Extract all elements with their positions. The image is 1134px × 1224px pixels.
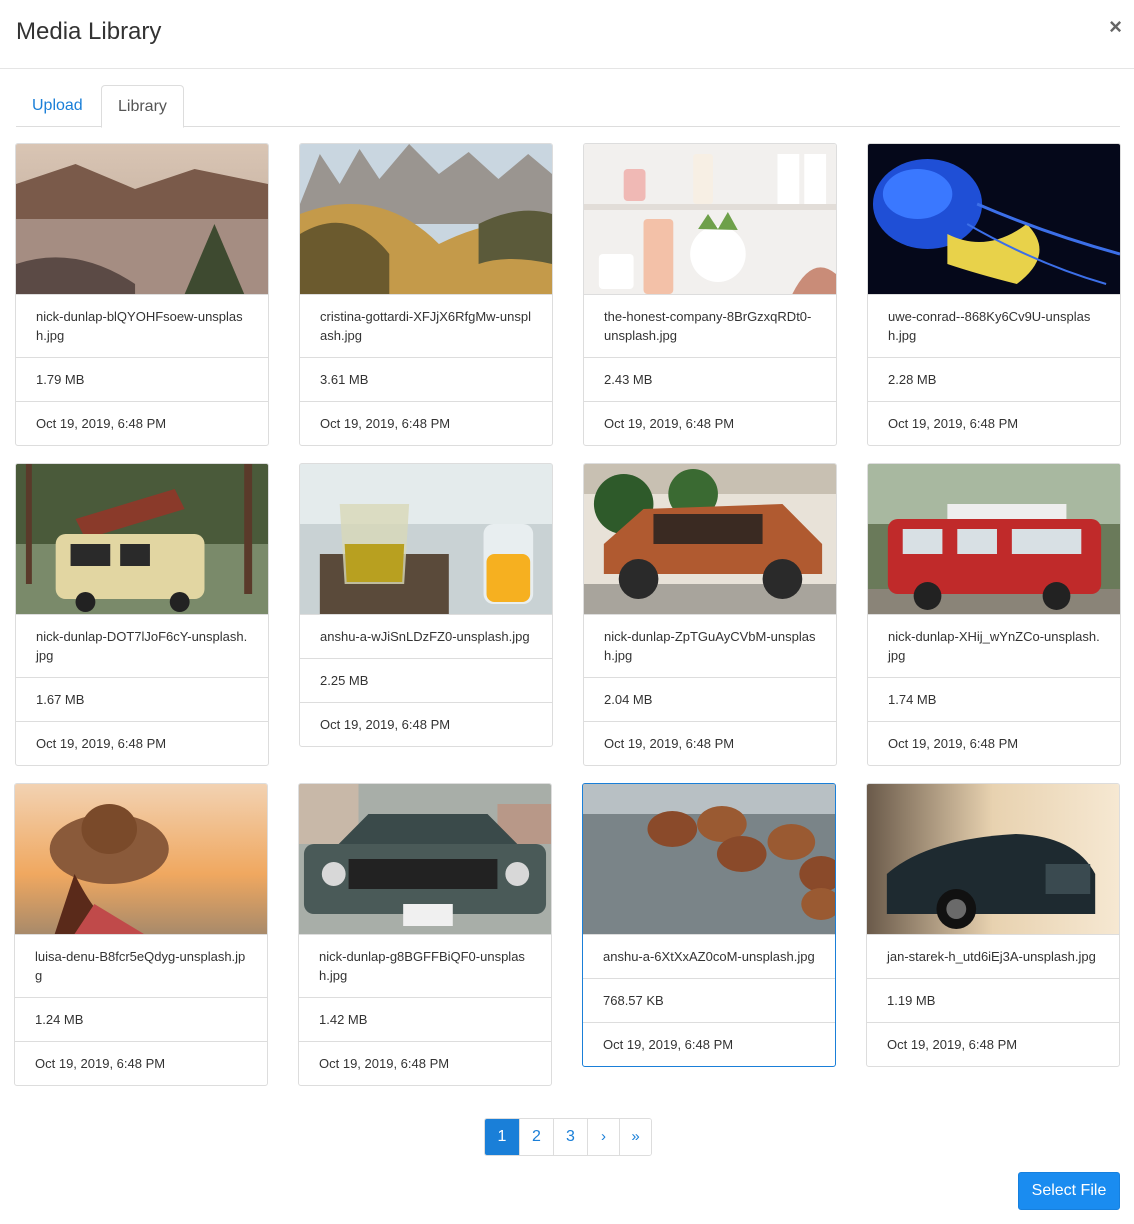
file-name: uwe-conrad--868Ky6Cv9U-unsplash.jpg (868, 294, 1120, 357)
file-name: nick-dunlap-blQYOHFsoew-unsplash.jpg (16, 294, 268, 357)
thumbnail-products-shelf-image (584, 144, 836, 294)
thumbnail-muffins-image (583, 784, 835, 934)
thumbnail-woman-hat-image (15, 784, 267, 934)
media-library-modal: Media Library × Upload Library nick-dunl… (0, 0, 1134, 1224)
file-name: cristina-gottardi-XFJjX6RfgMw-unsplash.j… (300, 294, 552, 357)
file-date: Oct 19, 2019, 6:48 PM (300, 702, 552, 746)
file-name: anshu-a-6XtXxAZ0coM-unsplash.jpg (583, 934, 835, 978)
file-date: Oct 19, 2019, 6:48 PM (16, 401, 268, 445)
file-size: 2.25 MB (300, 658, 552, 702)
file-date: Oct 19, 2019, 6:48 PM (583, 1022, 835, 1066)
file-date: Oct 19, 2019, 6:48 PM (300, 401, 552, 445)
tab-library[interactable]: Library (101, 85, 184, 128)
file-name: nick-dunlap-DOT7lJoF6cY-unsplash.jpg (16, 614, 268, 677)
page-2-button[interactable]: 2 (519, 1119, 553, 1155)
file-date: Oct 19, 2019, 6:48 PM (584, 721, 836, 765)
file-size: 2.43 MB (584, 357, 836, 401)
media-card[interactable]: cristina-gottardi-XFJjX6RfgMw-unsplash.j… (299, 143, 553, 446)
media-card[interactable]: nick-dunlap-ZpTGuAyCVbM-unsplash.jpg 2.0… (583, 463, 837, 766)
file-name: nick-dunlap-ZpTGuAyCVbM-unsplash.jpg (584, 614, 836, 677)
last-page-button[interactable]: » (619, 1119, 651, 1155)
pagination: 1 2 3 › » (484, 1118, 652, 1156)
thumbnail-rusty-jeep-image (584, 464, 836, 614)
media-card[interactable]: nick-dunlap-XHij_wYnZCo-unsplash.jpg 1.7… (867, 463, 1121, 766)
file-size: 3.61 MB (300, 357, 552, 401)
file-size: 1.42 MB (299, 997, 551, 1041)
tab-upload[interactable]: Upload (16, 85, 99, 127)
thumbnail-tea-juice-image (300, 464, 552, 614)
thumbnail-red-van-image (868, 464, 1120, 614)
media-card[interactable]: luisa-denu-B8fcr5eQdyg-unsplash.jpg 1.24… (14, 783, 268, 1086)
close-icon[interactable]: × (1109, 16, 1122, 38)
file-size: 1.19 MB (867, 978, 1119, 1022)
file-name: the-honest-company-8BrGzxqRDt0-unsplash.… (584, 294, 836, 357)
file-name: luisa-denu-B8fcr5eQdyg-unsplash.jpg (15, 934, 267, 997)
next-page-button[interactable]: › (587, 1119, 619, 1155)
file-date: Oct 19, 2019, 6:48 PM (584, 401, 836, 445)
thumbnail-bmw-car-image (867, 784, 1119, 934)
file-date: Oct 19, 2019, 6:48 PM (868, 401, 1120, 445)
media-card[interactable]: nick-dunlap-blQYOHFsoew-unsplash.jpg 1.7… (15, 143, 269, 446)
file-size: 1.24 MB (15, 997, 267, 1041)
file-date: Oct 19, 2019, 6:48 PM (15, 1041, 267, 1085)
file-date: Oct 19, 2019, 6:48 PM (868, 721, 1120, 765)
media-card[interactable]: jan-starek-h_utd6iEj3A-unsplash.jpg 1.19… (866, 783, 1120, 1067)
page-1-button[interactable]: 1 (485, 1119, 519, 1155)
file-name: jan-starek-h_utd6iEj3A-unsplash.jpg (867, 934, 1119, 978)
file-size: 1.67 MB (16, 677, 268, 721)
modal-header: Media Library × (0, 0, 1134, 69)
thumbnail-vintage-car-image (299, 784, 551, 934)
thumbnail-jellyfish-image (868, 144, 1120, 294)
file-date: Oct 19, 2019, 6:48 PM (867, 1022, 1119, 1066)
modal-title: Media Library (16, 18, 162, 45)
media-card-selected[interactable]: anshu-a-6XtXxAZ0coM-unsplash.jpg 768.57 … (582, 783, 836, 1067)
file-size: 2.28 MB (868, 357, 1120, 401)
file-size: 1.79 MB (16, 357, 268, 401)
file-name: nick-dunlap-g8BGFFBiQF0-unsplash.jpg (299, 934, 551, 997)
file-date: Oct 19, 2019, 6:48 PM (16, 721, 268, 765)
file-size: 2.04 MB (584, 677, 836, 721)
media-card[interactable]: uwe-conrad--868Ky6Cv9U-unsplash.jpg 2.28… (867, 143, 1121, 446)
file-size: 768.57 KB (583, 978, 835, 1022)
media-card[interactable]: nick-dunlap-DOT7lJoF6cY-unsplash.jpg 1.6… (15, 463, 269, 766)
file-date: Oct 19, 2019, 6:48 PM (299, 1041, 551, 1085)
page-3-button[interactable]: 3 (553, 1119, 587, 1155)
select-file-button[interactable]: Select File (1018, 1172, 1120, 1210)
media-card[interactable]: the-honest-company-8BrGzxqRDt0-unsplash.… (583, 143, 837, 446)
media-card[interactable]: nick-dunlap-g8BGFFBiQF0-unsplash.jpg 1.4… (298, 783, 552, 1086)
media-card[interactable]: anshu-a-wJiSnLDzFZ0-unsplash.jpg 2.25 MB… (299, 463, 553, 747)
thumbnail-lake-image (16, 144, 268, 294)
thumbnail-camper-van-image (16, 464, 268, 614)
file-size: 1.74 MB (868, 677, 1120, 721)
tab-bar: Upload Library (16, 85, 1120, 128)
file-name: nick-dunlap-XHij_wYnZCo-unsplash.jpg (868, 614, 1120, 677)
thumbnail-mountain-village-image (300, 144, 552, 294)
file-name: anshu-a-wJiSnLDzFZ0-unsplash.jpg (300, 614, 552, 658)
